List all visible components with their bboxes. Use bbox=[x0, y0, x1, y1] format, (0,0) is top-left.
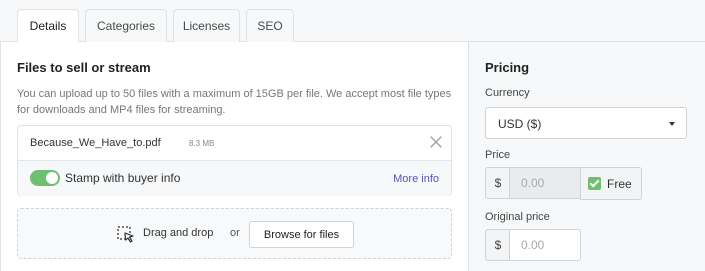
original-price-label: Original price bbox=[485, 211, 550, 223]
browse-files-button[interactable]: Browse for files bbox=[249, 221, 354, 248]
tab-label: Categories bbox=[96, 19, 156, 33]
tab-label: SEO bbox=[257, 19, 283, 33]
dropzone[interactable]: Drag and drop or Browse for files bbox=[17, 208, 452, 259]
file-size: 8.3 MB bbox=[189, 139, 215, 148]
currency-symbol: $ bbox=[485, 167, 510, 199]
file-name: Because_We_Have_to.pdf bbox=[30, 137, 161, 149]
tab-label: Details bbox=[29, 19, 67, 33]
tab-licenses[interactable]: Licenses bbox=[173, 9, 240, 43]
files-description: You can upload up to 50 files with a max… bbox=[17, 88, 452, 116]
uploaded-file-card: Because_We_Have_to.pdf 8.3 MB Stamp with… bbox=[17, 125, 452, 196]
tab-seo[interactable]: SEO bbox=[246, 9, 294, 43]
drag-drop-text: Drag and drop bbox=[143, 227, 214, 239]
original-currency-symbol: $ bbox=[485, 229, 510, 261]
free-checkbox[interactable] bbox=[588, 177, 601, 190]
file-row: Because_We_Have_to.pdf 8.3 MB bbox=[18, 126, 451, 161]
stamp-row: Stamp with buyer info More info bbox=[18, 161, 451, 196]
close-icon[interactable] bbox=[429, 135, 443, 149]
tab-categories[interactable]: Categories bbox=[85, 9, 167, 43]
toggle-knob bbox=[46, 172, 58, 184]
tab-details[interactable]: Details bbox=[17, 9, 79, 43]
stamp-toggle[interactable] bbox=[30, 170, 60, 186]
currency-select[interactable]: USD ($) bbox=[485, 107, 687, 139]
drag-drop-icon bbox=[117, 226, 134, 243]
free-toggle[interactable]: Free bbox=[580, 167, 642, 200]
currency-label: Currency bbox=[485, 87, 530, 99]
pricing-heading: Pricing bbox=[485, 60, 530, 75]
free-label: Free bbox=[607, 177, 632, 191]
price-label: Price bbox=[485, 149, 511, 161]
tab-label: Licenses bbox=[182, 19, 231, 33]
caret-down-icon bbox=[669, 122, 675, 126]
original-price-input[interactable]: 0.00 bbox=[509, 229, 581, 261]
or-text: or bbox=[230, 227, 240, 239]
files-heading: Files to sell or stream bbox=[17, 60, 151, 75]
more-info-link[interactable]: More info bbox=[393, 173, 439, 185]
currency-value: USD ($) bbox=[498, 117, 542, 131]
stamp-label: Stamp with buyer info bbox=[65, 171, 181, 185]
price-input[interactable]: 0.00 bbox=[509, 167, 581, 199]
tab-bar: Details Categories Licenses SEO bbox=[0, 0, 705, 43]
